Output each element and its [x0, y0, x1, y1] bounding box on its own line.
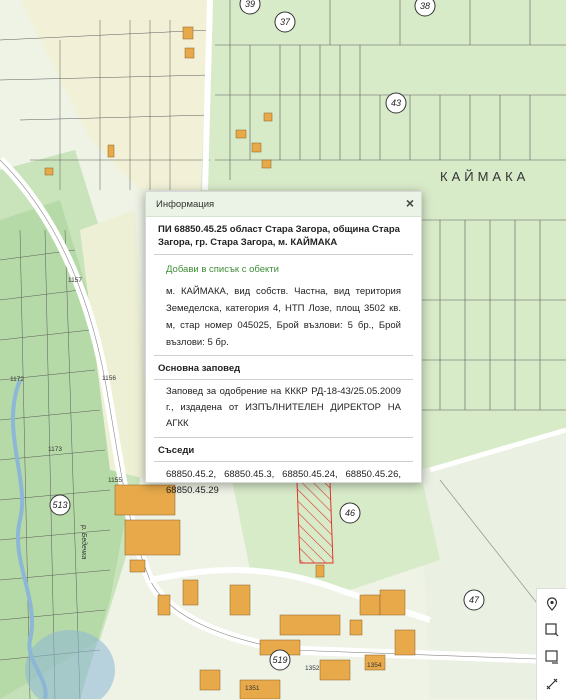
street-label: 1157 — [68, 277, 82, 284]
parcel-circle-label: 38 — [420, 1, 430, 11]
parcel-circle-label: 519 — [272, 655, 287, 665]
street-label: 1155 — [108, 477, 122, 484]
order-heading: Основна заповед — [154, 356, 413, 380]
map-controls — [536, 588, 566, 700]
river-label: р. Бедечка — [80, 524, 88, 559]
popup-title: Информация — [156, 199, 215, 210]
info-popup: Информация × ПИ 68850.45.25 област Стара… — [145, 191, 422, 496]
neighbors-heading: Съседи — [154, 438, 413, 462]
measure-distance-icon[interactable] — [545, 677, 559, 691]
draw-polygon-icon[interactable] — [545, 623, 559, 637]
street-label: 1354 — [367, 662, 382, 669]
street-label: 1352 — [305, 665, 320, 672]
street-label: 1156 — [102, 375, 116, 382]
parcel-description: м. КАЙМАКА, вид собств. Частна, вид тери… — [154, 281, 413, 356]
parcel-circle-label: 47 — [469, 595, 480, 605]
parcel-circle-label: 39 — [245, 0, 255, 9]
popup-header: Информация × — [146, 192, 421, 217]
location-pin-icon[interactable] — [545, 597, 559, 611]
neighbors-text: 68850.45.2, 68850.45.3, 68850.45.24, 688… — [166, 469, 401, 496]
street-label: 1351 — [245, 685, 260, 692]
add-to-list-link[interactable]: Добави в списък с обекти — [154, 255, 413, 281]
measure-area-icon[interactable] — [545, 650, 559, 664]
parcel-circle-label: 513 — [52, 500, 67, 510]
parcel-title: ПИ 68850.45.25 област Стара Загора, общи… — [154, 217, 413, 255]
street-label: 1173 — [48, 446, 62, 453]
parcel-circle-label: 37 — [280, 17, 291, 27]
popup-body: ПИ 68850.45.25 област Стара Загора, общи… — [146, 217, 421, 504]
parcel-circle-label: 43 — [391, 98, 401, 108]
street-label: 1172 — [10, 376, 24, 383]
locality-label: КАЙМАКА — [440, 169, 529, 184]
order-text: Заповед за одобрение на КККР РД-18-43/25… — [154, 380, 413, 438]
parcel-circle-label: 46 — [345, 508, 355, 518]
close-icon[interactable]: × — [406, 196, 414, 210]
